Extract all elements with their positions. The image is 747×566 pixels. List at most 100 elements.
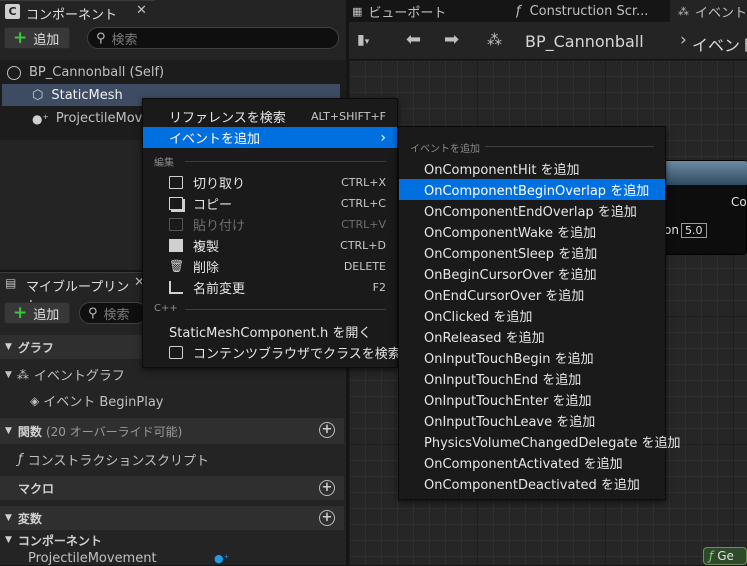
component-variable-item[interactable]: ProjectileMovement ●⁺ — [0, 550, 344, 566]
begin-play-label: イベント BeginPlay — [43, 395, 164, 410]
menu-item-rename[interactable]: 名前変更 F2 — [143, 277, 397, 298]
menu-item-paste[interactable]: 貼り付け CTRL+V — [143, 214, 397, 235]
search-placeholder: 検索 — [103, 307, 130, 323]
menu-item-label: コピー — [193, 198, 233, 213]
blueprint-search-input[interactable]: ⚲ 検索 — [79, 302, 147, 324]
menu-item-add-event[interactable]: イベントを追加 › — [143, 127, 397, 148]
submenu-item[interactable]: OnEndCursorOver を追加 — [399, 284, 665, 305]
menu-item-shortcut: ALT+SHIFT+F — [311, 110, 386, 123]
bottom-node[interactable]: ƒ Ge — [703, 547, 747, 565]
submenu-item-label: OnComponentEndOverlap を追加 — [424, 205, 637, 220]
submenu-item-label: OnInputTouchBegin を追加 — [424, 352, 594, 367]
tab-viewport[interactable]: ▦ ビューポート — [352, 0, 502, 22]
submenu-item[interactable]: OnComponentActivated を追加 — [399, 452, 665, 473]
self-item[interactable]: BP_Cannonball (Self) — [4, 62, 340, 83]
submenu-item[interactable]: OnInputTouchBegin を追加 — [399, 347, 665, 368]
submenu-item-label: OnComponentWake を追加 — [424, 226, 597, 241]
tab-construction-label: Construction Scr... — [529, 3, 649, 19]
submenu-item-label: OnComponentDeactivated を追加 — [424, 478, 640, 493]
graph-icon: ⁂ — [16, 367, 29, 382]
pin-value[interactable]: 5.0 — [681, 223, 707, 238]
components-category-label: コンポーネント — [17, 533, 102, 548]
add-label: 追加 — [33, 32, 60, 48]
search-icon: ⚲ — [96, 30, 106, 46]
breadcrumb[interactable]: BP_Cannonball — [525, 32, 644, 51]
actor-icon — [7, 65, 21, 80]
menu-item-shortcut: DELETE — [343, 260, 386, 273]
menu-item-shortcut: CTRL+X — [341, 176, 386, 189]
back-arrow-icon[interactable]: ⬅ — [406, 29, 421, 50]
menu-item-copy[interactable]: コピー CTRL+C — [143, 193, 397, 214]
submenu-item[interactable]: OnComponentBeginOverlap を追加 — [399, 179, 665, 200]
plus-icon: + — [13, 303, 28, 323]
tab-event-graph[interactable]: ⁂ イベント — [670, 0, 747, 22]
movement-icon: ●⁺ — [32, 111, 49, 126]
menu-item-label: 削除 — [193, 261, 220, 276]
submenu-header: イベントを追加 — [410, 144, 480, 155]
section-functions[interactable]: ▼ 関数 (20 オーバーライド可能) + — [0, 418, 344, 444]
submenu-item[interactable]: OnInputTouchEnd を追加 — [399, 368, 665, 389]
components-tab[interactable]: C コンポーネント ✕ — [0, 0, 155, 23]
variable-type-icon: ●⁺ — [214, 551, 230, 565]
submenu-item[interactable]: OnComponentHit を追加 — [399, 158, 665, 179]
menu-item-shortcut: CTRL+V — [341, 218, 386, 231]
submenu-arrow-icon: › — [380, 129, 386, 146]
section-functions-note: (20 オーバーライド可能) — [45, 424, 183, 439]
tab-event-label: イベント — [695, 5, 747, 21]
close-icon[interactable]: ✕ — [136, 3, 147, 18]
menu-item-open-header[interactable]: StaticMeshComponent.h を開く — [143, 321, 397, 342]
menu-item-label: イベントを追加 — [169, 132, 261, 147]
menu-item-find-references[interactable]: リファレンスを検索 ALT+SHIFT+F — [143, 106, 397, 127]
function-icon: ƒ — [18, 452, 23, 467]
construction-script-item[interactable]: ƒ コンストラクションスクリプト — [0, 449, 344, 470]
collapse-icon: ▼ — [5, 369, 12, 380]
menu-item-cut[interactable]: 切り取り CTRL+X — [143, 172, 397, 193]
pin-label: on — [664, 223, 679, 237]
submenu-item[interactable]: OnComponentEndOverlap を追加 — [399, 200, 665, 221]
begin-play-item[interactable]: ◈ イベント BeginPlay — [0, 390, 344, 411]
rename-icon — [169, 281, 183, 294]
submenu-item[interactable]: OnClicked を追加 — [399, 305, 665, 326]
breadcrumb-next[interactable]: イベント — [692, 32, 747, 56]
submenu-item[interactable]: OnReleased を追加 — [399, 326, 665, 347]
add-component-button[interactable]: + 追加 — [4, 27, 70, 49]
bookmark-icon[interactable]: ▮▾ — [357, 32, 369, 48]
add-variable-icon[interactable]: + — [319, 510, 335, 526]
paste-icon — [169, 218, 183, 231]
submenu-item[interactable]: PhysicsVolumeChangedDelegate を追加 — [399, 431, 681, 452]
component-search-input[interactable]: ⚲ 検索 — [87, 27, 339, 49]
breadcrumb-separator: › — [680, 30, 687, 50]
add-event-submenu: イベントを追加 OnComponentHit を追加 OnComponentBeg… — [398, 126, 681, 500]
submenu-item-label: OnInputTouchLeave を追加 — [424, 415, 596, 430]
tab-construction[interactable]: ƒ Construction Scr... — [516, 0, 666, 22]
my-blueprint-tab[interactable]: ▤ マイブループリント ✕ — [0, 272, 145, 314]
unreal-icon: C — [5, 4, 20, 19]
menu-item-find-in-content-browser[interactable]: コンテンツブラウザでクラスを検索 — [143, 342, 401, 363]
submenu-item[interactable]: OnComponentDeactivated を追加 — [399, 473, 665, 494]
construction-script-label: コンストラクションスクリプト — [27, 454, 210, 469]
add-label: 追加 — [33, 307, 60, 323]
submenu-item[interactable]: OnComponentWake を追加 — [399, 221, 665, 242]
add-macro-icon[interactable]: + — [319, 480, 335, 496]
menu-item-label: 複製 — [193, 240, 220, 255]
menu-item-duplicate[interactable]: 複製 CTRL+D — [143, 235, 397, 256]
graph-toolbar: ▮▾ ⬅ ➡ ⁂ BP_Cannonball › イベント — [349, 22, 747, 60]
mesh-icon: ⬡ — [32, 87, 44, 103]
section-variables[interactable]: ▼ 変数 + — [0, 506, 344, 530]
forward-arrow-icon[interactable]: ➡ — [444, 29, 459, 50]
collapse-icon: ▼ — [5, 535, 12, 545]
section-graph-label: グラフ — [17, 340, 54, 355]
submenu-item[interactable]: OnInputTouchEnter を追加 — [399, 389, 665, 410]
add-function-icon[interactable]: + — [319, 422, 335, 438]
submenu-item-label: OnReleased を追加 — [424, 331, 545, 346]
menu-item-label: StaticMeshComponent.h を開く — [169, 326, 372, 341]
submenu-item[interactable]: OnInputTouchLeave を追加 — [399, 410, 665, 431]
components-category[interactable]: ▼ コンポーネント — [0, 531, 344, 549]
submenu-item-label: OnBeginCursorOver を追加 — [424, 268, 597, 283]
submenu-item[interactable]: OnBeginCursorOver を追加 — [399, 263, 665, 284]
submenu-item[interactable]: OnComponentSleep を追加 — [399, 242, 665, 263]
function-icon: ƒ — [516, 3, 521, 19]
menu-item-delete[interactable]: 🗑 削除 DELETE — [143, 256, 397, 277]
section-macros[interactable]: マクロ + — [0, 476, 344, 500]
add-blueprint-button[interactable]: + 追加 — [4, 302, 70, 324]
